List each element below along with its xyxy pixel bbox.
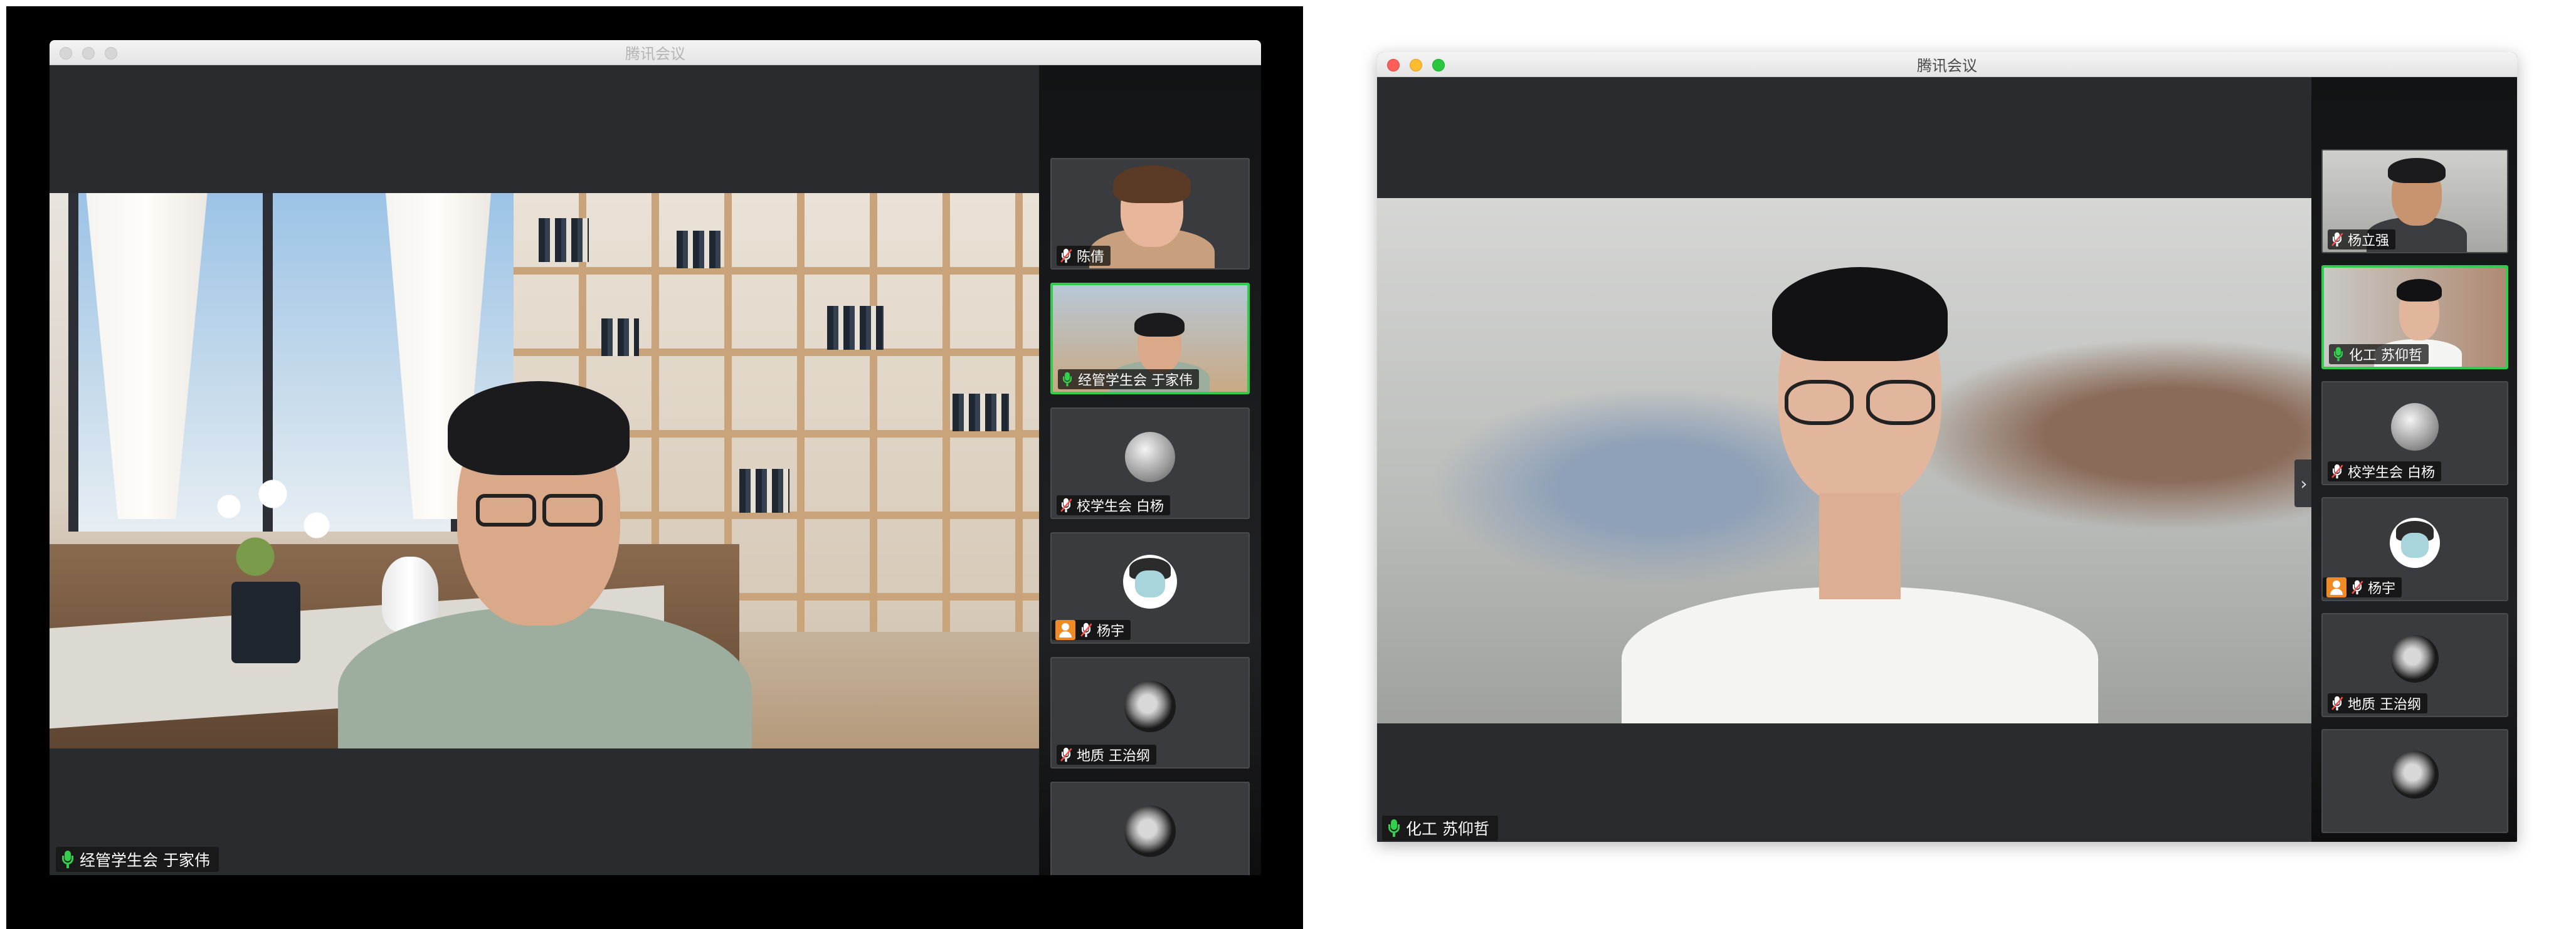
meeting-window-left: 腾讯会议 经管学生会 于家伟 陈倩 经管学生会 于家伟 校学生会 白杨 杨宇 地…	[50, 40, 1261, 875]
participant-tile[interactable]: 杨宇	[2321, 497, 2508, 601]
rock-avatar	[2391, 403, 2439, 451]
moon-avatar	[1124, 680, 1176, 732]
main-video-stage: 经管学生会 于家伟	[50, 65, 1039, 875]
participant-name: 陈倩	[1077, 249, 1105, 265]
participant-tile-speaking[interactable]: 经管学生会 于家伟	[1050, 283, 1250, 394]
close-window-button[interactable]	[1387, 59, 1400, 71]
participant-name: 校学生会 白杨	[1077, 499, 1164, 515]
mic-muted-icon	[1061, 747, 1071, 762]
zoom-window-button[interactable]	[105, 47, 117, 60]
minimize-window-button[interactable]	[1410, 59, 1422, 71]
participant-name-tag: 化工 苏仰哲	[2329, 344, 2429, 364]
window-title: 腾讯会议	[625, 45, 685, 63]
participant-tile[interactable]: 杨立强	[2321, 149, 2508, 253]
close-window-button[interactable]	[60, 47, 72, 60]
title-bar[interactable]: 腾讯会议	[1377, 52, 2517, 77]
participant-tile[interactable]: 校学生会 白杨	[2321, 381, 2508, 485]
participant-name: 经管学生会 于家伟	[1078, 373, 1193, 389]
mic-on-icon	[62, 851, 73, 868]
window-title: 腾讯会议	[1917, 57, 1977, 75]
participant-name-tag: 杨立强	[2328, 229, 2396, 249]
main-speaker-name: 化工 苏仰哲	[1406, 820, 1489, 838]
participant-sidebar[interactable]: 杨立强 化工 苏仰哲 校学生会 白杨 杨宇 地质 王治纲	[2311, 77, 2517, 842]
participant-tile[interactable]: 杨宇	[1050, 532, 1250, 644]
main-speaker-video[interactable]	[50, 193, 1039, 748]
host-icon	[1055, 620, 1075, 640]
participant-name-tag: 陈倩	[1057, 246, 1111, 266]
chevron-right-icon[interactable]: ›	[2294, 459, 2311, 507]
zoom-window-button[interactable]	[1432, 59, 1445, 71]
mic-muted-icon	[1061, 248, 1071, 263]
participant-tile[interactable]: 陈倩	[1050, 158, 1250, 270]
mic-on-icon	[1388, 819, 1400, 837]
window-controls	[1387, 59, 1445, 71]
mic-muted-icon	[2352, 580, 2362, 595]
cartoon-avatar	[1123, 554, 1177, 609]
moon-avatar	[1124, 805, 1176, 857]
meeting-window-right: 腾讯会议 化工 苏仰哲 › 杨立强 化工 苏仰哲 校学生会 白杨 杨宇 地质 王…	[1377, 52, 2517, 842]
mic-muted-icon	[1061, 498, 1071, 513]
main-speaker-name-tag: 经管学生会 于家伟	[56, 847, 219, 872]
participant-tile[interactable]: 校学生会 白杨	[1050, 407, 1250, 519]
participant-name: 杨立强	[2348, 233, 2390, 249]
rock-avatar	[1125, 431, 1175, 482]
participant-name: 地质 王治纲	[1077, 748, 1150, 764]
participant-tile[interactable]: 地质 王治纲	[2321, 613, 2508, 717]
participant-tile-partial[interactable]	[1050, 782, 1250, 875]
participant-name: 杨宇	[2368, 581, 2396, 597]
participant-name: 校学生会 白杨	[2348, 465, 2435, 481]
moon-avatar	[2391, 635, 2439, 683]
participant-name-tag: 经管学生会 于家伟	[1058, 369, 1199, 389]
participant-name-tag: 杨宇	[1052, 620, 1131, 640]
participant-sidebar[interactable]: 陈倩 经管学生会 于家伟 校学生会 白杨 杨宇 地质 王治纲	[1039, 65, 1261, 875]
minimize-window-button[interactable]	[82, 47, 95, 60]
main-video-stage: 化工 苏仰哲 ›	[1377, 77, 2311, 842]
participant-name-tag: 校学生会 白杨	[2328, 461, 2441, 481]
main-speaker-name: 经管学生会 于家伟	[80, 851, 210, 869]
cartoon-avatar	[2390, 518, 2440, 569]
mic-muted-icon	[2332, 696, 2342, 711]
participant-name: 地质 王治纲	[2348, 697, 2421, 713]
mic-muted-icon	[2332, 464, 2342, 479]
main-speaker-video[interactable]	[1377, 198, 2311, 723]
moon-avatar	[2391, 751, 2439, 799]
participant-name-tag: 杨宇	[2323, 577, 2402, 597]
participant-tile-speaking[interactable]: 化工 苏仰哲	[2321, 265, 2508, 369]
participant-name: 化工 苏仰哲	[2349, 348, 2422, 364]
mic-muted-icon	[2332, 232, 2342, 247]
mic-muted-icon	[1081, 622, 1091, 638]
speaker-person	[1603, 255, 2117, 723]
mic-on-icon	[2333, 347, 2343, 362]
title-bar[interactable]: 腾讯会议	[50, 40, 1261, 65]
participant-name-tag: 地质 王治纲	[1057, 745, 1156, 765]
participant-name-tag: 校学生会 白杨	[1057, 495, 1170, 515]
main-speaker-name-tag: 化工 苏仰哲	[1382, 816, 1498, 841]
participant-tile-partial[interactable]	[2321, 729, 2508, 833]
participant-name: 杨宇	[1097, 624, 1125, 639]
host-icon	[2326, 577, 2346, 597]
participant-tile[interactable]: 地质 王治纲	[1050, 657, 1250, 769]
speaker-person	[325, 375, 764, 748]
mic-on-icon	[1062, 372, 1072, 387]
participant-name-tag: 地质 王治纲	[2328, 693, 2427, 713]
window-controls	[60, 47, 117, 60]
